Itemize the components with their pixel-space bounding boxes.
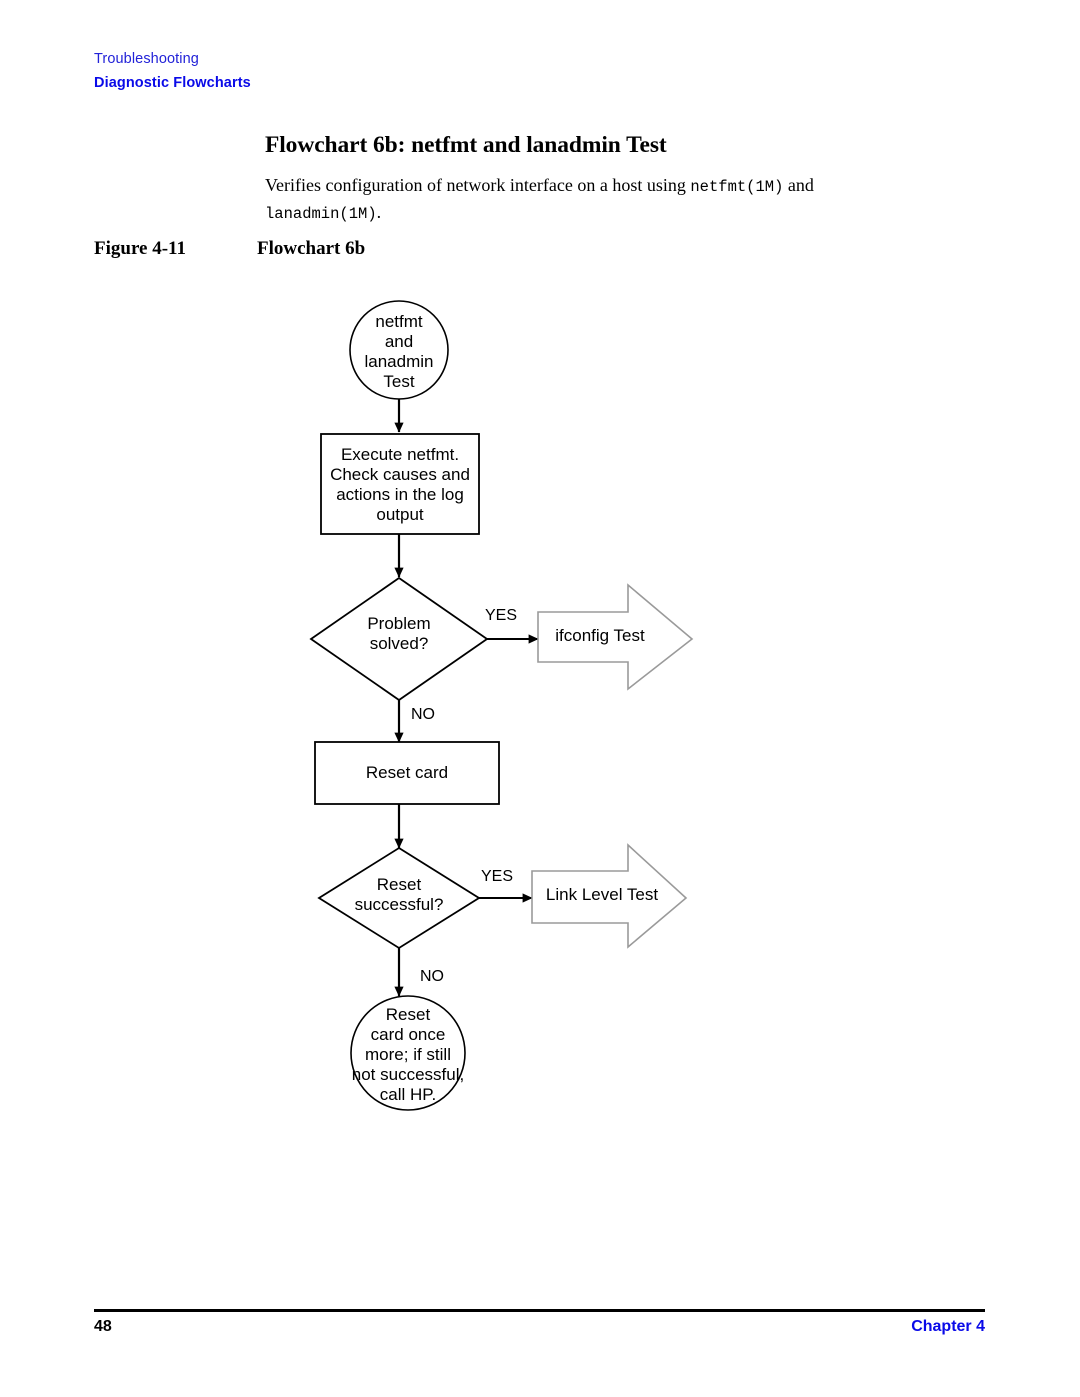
node-execute-label: Execute netfmt. Check causes and actions…: [330, 445, 470, 524]
header-section-title: Diagnostic Flowcharts: [94, 74, 251, 91]
running-header: Troubleshooting Diagnostic Flowcharts: [94, 52, 251, 90]
node-resetcard-label: Reset card: [365, 763, 449, 782]
footer-chapter-label: Chapter 4: [911, 1318, 985, 1335]
figure-title: Flowchart 6b: [257, 238, 366, 259]
edge-label-resetok-yes: YES: [481, 868, 514, 885]
intro-text-part2: and: [783, 175, 814, 195]
intro-paragraph: Verifies configuration of network interf…: [265, 173, 905, 227]
document-page: Troubleshooting Diagnostic Flowcharts Fl…: [0, 0, 1080, 1397]
footer-divider: [94, 1309, 985, 1312]
node-linklevel-label: Link Level Test: [545, 885, 659, 904]
footer-page-number: 48: [94, 1318, 112, 1335]
figure-number: Figure 4-11: [94, 238, 187, 259]
page-title: Flowchart 6b: netfmt and lanadmin Test: [265, 132, 667, 158]
node-callhp-label: Reset card once more; if still not succe…: [351, 1005, 465, 1104]
edge-label-resetok-no: NO: [420, 968, 444, 985]
intro-text-part3: .: [376, 202, 382, 222]
edge-label-problem-yes: YES: [485, 607, 518, 624]
node-ifconfig-label: ifconfig Test: [555, 626, 645, 645]
node-problem-label: Problem solved?: [367, 614, 431, 653]
intro-text-part1: Verifies configuration of network interf…: [265, 175, 691, 195]
node-resetok-label: Reset successful?: [354, 875, 444, 914]
figure-caption: Figure 4-11 Flowchart 6b: [94, 238, 365, 260]
intro-command-netfmt: netfmt(1M): [690, 178, 784, 196]
edge-label-problem-no: NO: [411, 706, 435, 723]
intro-command-lanadmin: lanadmin(1M): [265, 205, 377, 223]
header-chapter-title: Troubleshooting: [94, 51, 199, 67]
node-start-label: netfmt and lanadmin Test: [364, 312, 434, 391]
